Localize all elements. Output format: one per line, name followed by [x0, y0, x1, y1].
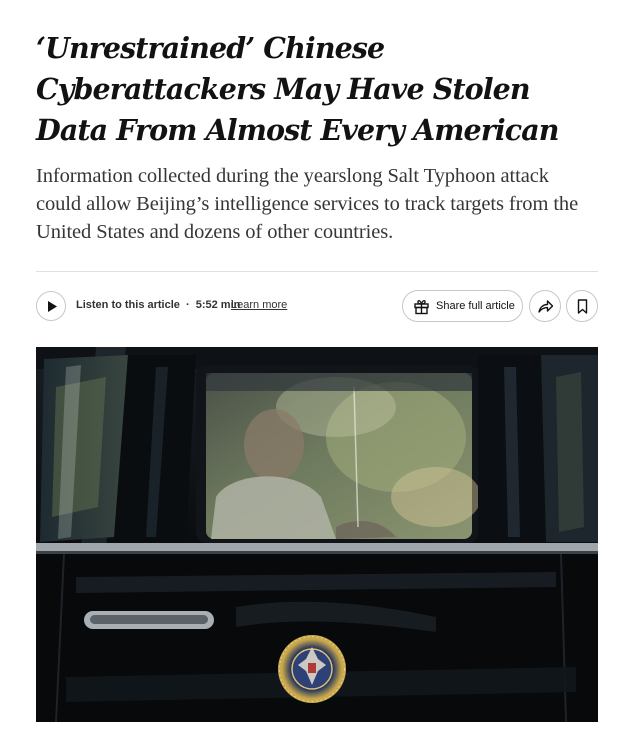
share-full-article-button[interactable]: Share full article: [402, 290, 523, 322]
divider: [36, 271, 598, 272]
article-header: ‘Unrestrained’ Chinese Cyberattackers Ma…: [36, 0, 598, 322]
play-icon: [48, 301, 57, 312]
separator: ·: [185, 299, 190, 311]
learn-more-link[interactable]: Learn more: [231, 299, 287, 311]
limousine-image: [36, 347, 598, 722]
share-button[interactable]: [529, 290, 561, 322]
listen-info: Listen to this article · 5:52 min: [76, 299, 240, 311]
article-photo: [36, 347, 598, 722]
share-full-article-label: Share full article: [436, 300, 515, 312]
presidential-seal-icon: [278, 635, 346, 703]
summary: Information collected during the yearslo…: [36, 165, 579, 243]
article-toolbar: Listen to this article · 5:52 min Learn …: [36, 290, 598, 322]
save-button[interactable]: [566, 290, 598, 322]
listen-label: Listen to this article: [76, 299, 180, 311]
play-button[interactable]: [36, 291, 66, 321]
share-arrow-icon: [538, 300, 554, 313]
headline: ‘Unrestrained’ Chinese Cyberattackers Ma…: [36, 31, 560, 147]
gift-icon: [414, 299, 429, 315]
bookmark-icon: [577, 299, 588, 314]
